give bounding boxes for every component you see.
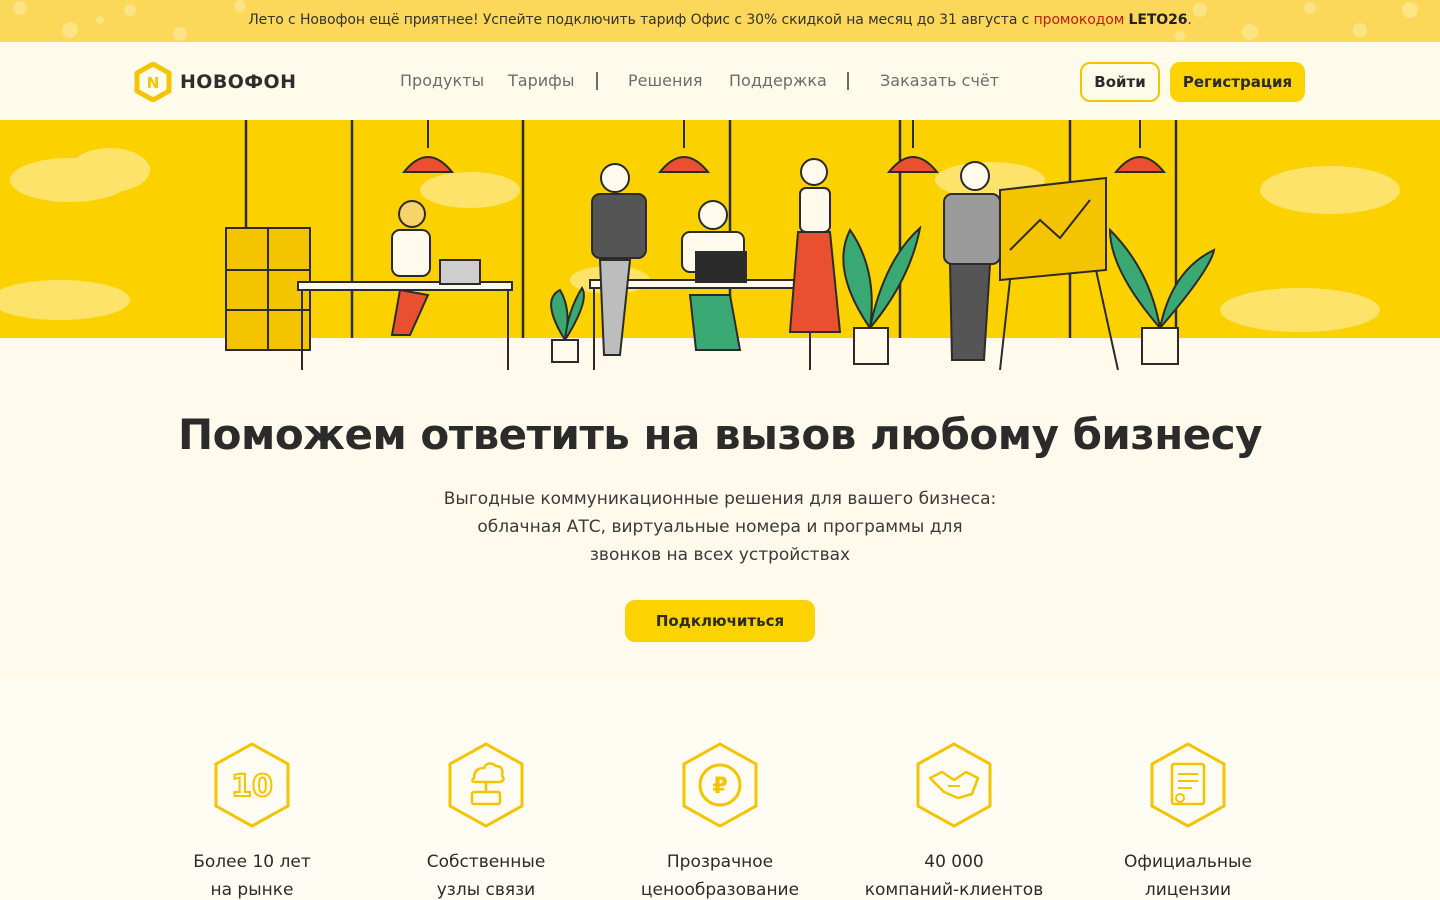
feature-label-line: Собственные xyxy=(426,852,546,872)
promo-text-end: . xyxy=(1187,12,1192,28)
plant-icon xyxy=(842,225,922,365)
nav-item-order-invoice[interactable]: Заказать счёт xyxy=(880,71,999,90)
feature-item: ₽ Прозрачное ценообразование xyxy=(610,740,830,900)
person-figure xyxy=(788,158,842,333)
login-button[interactable]: Войти xyxy=(1080,62,1160,102)
logo-text: НОВОФОН xyxy=(180,71,297,93)
promo-banner: Лето с Новофон ещё приятнее! Успейте под… xyxy=(0,0,1440,42)
feature-item: Собственные узлы связи xyxy=(376,740,596,900)
feature-label-line: узлы связи xyxy=(436,880,536,900)
ruble-coin-icon: ₽ xyxy=(682,742,758,828)
ten-years-icon: 10 xyxy=(214,742,290,828)
feature-label-line: Официальные xyxy=(1124,852,1252,872)
feature-label-line: Более 10 лет xyxy=(193,852,311,872)
site-header: N НОВОФОН Продукты Тарифы Решения Поддер… xyxy=(0,42,1440,120)
logo[interactable]: N НОВОФОН xyxy=(134,62,296,102)
connect-button[interactable]: Подключиться xyxy=(625,600,815,642)
hero-subtitle-line: облачная АТС, виртуальные номера и прогр… xyxy=(477,517,963,537)
logo-hexagon-icon: N xyxy=(134,62,172,102)
feature-label-line: компаний-клиентов xyxy=(864,880,1044,900)
nav-item-support[interactable]: Поддержка xyxy=(729,71,827,90)
feature-item: Официальные лицензии xyxy=(1078,740,1298,900)
nav-item-solutions[interactable]: Решения xyxy=(628,71,702,90)
plant-icon xyxy=(1108,227,1216,365)
flipchart-icon xyxy=(999,176,1119,371)
server-cloud-icon xyxy=(448,742,524,828)
svg-text:10: 10 xyxy=(231,769,273,804)
nav-item-products[interactable]: Продукты xyxy=(400,71,484,90)
hero-subtitle-line: Выгодные коммуникационные решения для ва… xyxy=(443,489,997,509)
hero-subtitle: Выгодные коммуникационные решения для ва… xyxy=(420,485,1020,569)
handshake-icon xyxy=(916,742,992,828)
nav-divider xyxy=(596,72,598,90)
promo-code-link[interactable]: промокодом xyxy=(1034,12,1125,28)
person-figure xyxy=(681,200,747,351)
svg-text:₽: ₽ xyxy=(712,774,727,799)
feature-label-line: лицензии xyxy=(1144,880,1232,900)
lamp-icon xyxy=(886,120,940,173)
nav-divider xyxy=(847,72,849,90)
lamp-icon xyxy=(657,120,711,173)
feature-label-line: ценообразование xyxy=(640,880,800,900)
plant-icon xyxy=(550,286,585,363)
svg-text:N: N xyxy=(147,74,160,92)
promo-code: LETO26 xyxy=(1128,12,1188,28)
feature-item: 40 000 компаний-клиентов xyxy=(844,740,1064,900)
hero-subtitle-line: звонков на всех устройствах xyxy=(589,545,851,565)
register-button[interactable]: Регистрация xyxy=(1170,62,1305,102)
person-figure xyxy=(591,163,647,356)
feature-label-line: Прозрачное xyxy=(666,852,774,872)
lamp-icon xyxy=(1113,120,1167,173)
feature-item: 10 Более 10 лет на рынке xyxy=(142,740,362,900)
feature-label-line: на рынке xyxy=(210,880,294,900)
promo-text: Лето с Новофон ещё приятнее! Успейте под… xyxy=(0,12,1440,28)
nav-item-tariffs[interactable]: Тарифы xyxy=(508,71,574,90)
person-figure xyxy=(390,200,481,336)
promo-text-main: Лето с Новофон ещё приятнее! Успейте под… xyxy=(248,12,1034,28)
hero-title: Поможем ответить на вызов любому бизнесу xyxy=(177,410,1263,459)
license-icon xyxy=(1150,742,1226,828)
feature-label-line: 40 000 xyxy=(924,852,984,872)
office-illustration xyxy=(0,120,1400,371)
lamp-icon xyxy=(401,120,455,173)
